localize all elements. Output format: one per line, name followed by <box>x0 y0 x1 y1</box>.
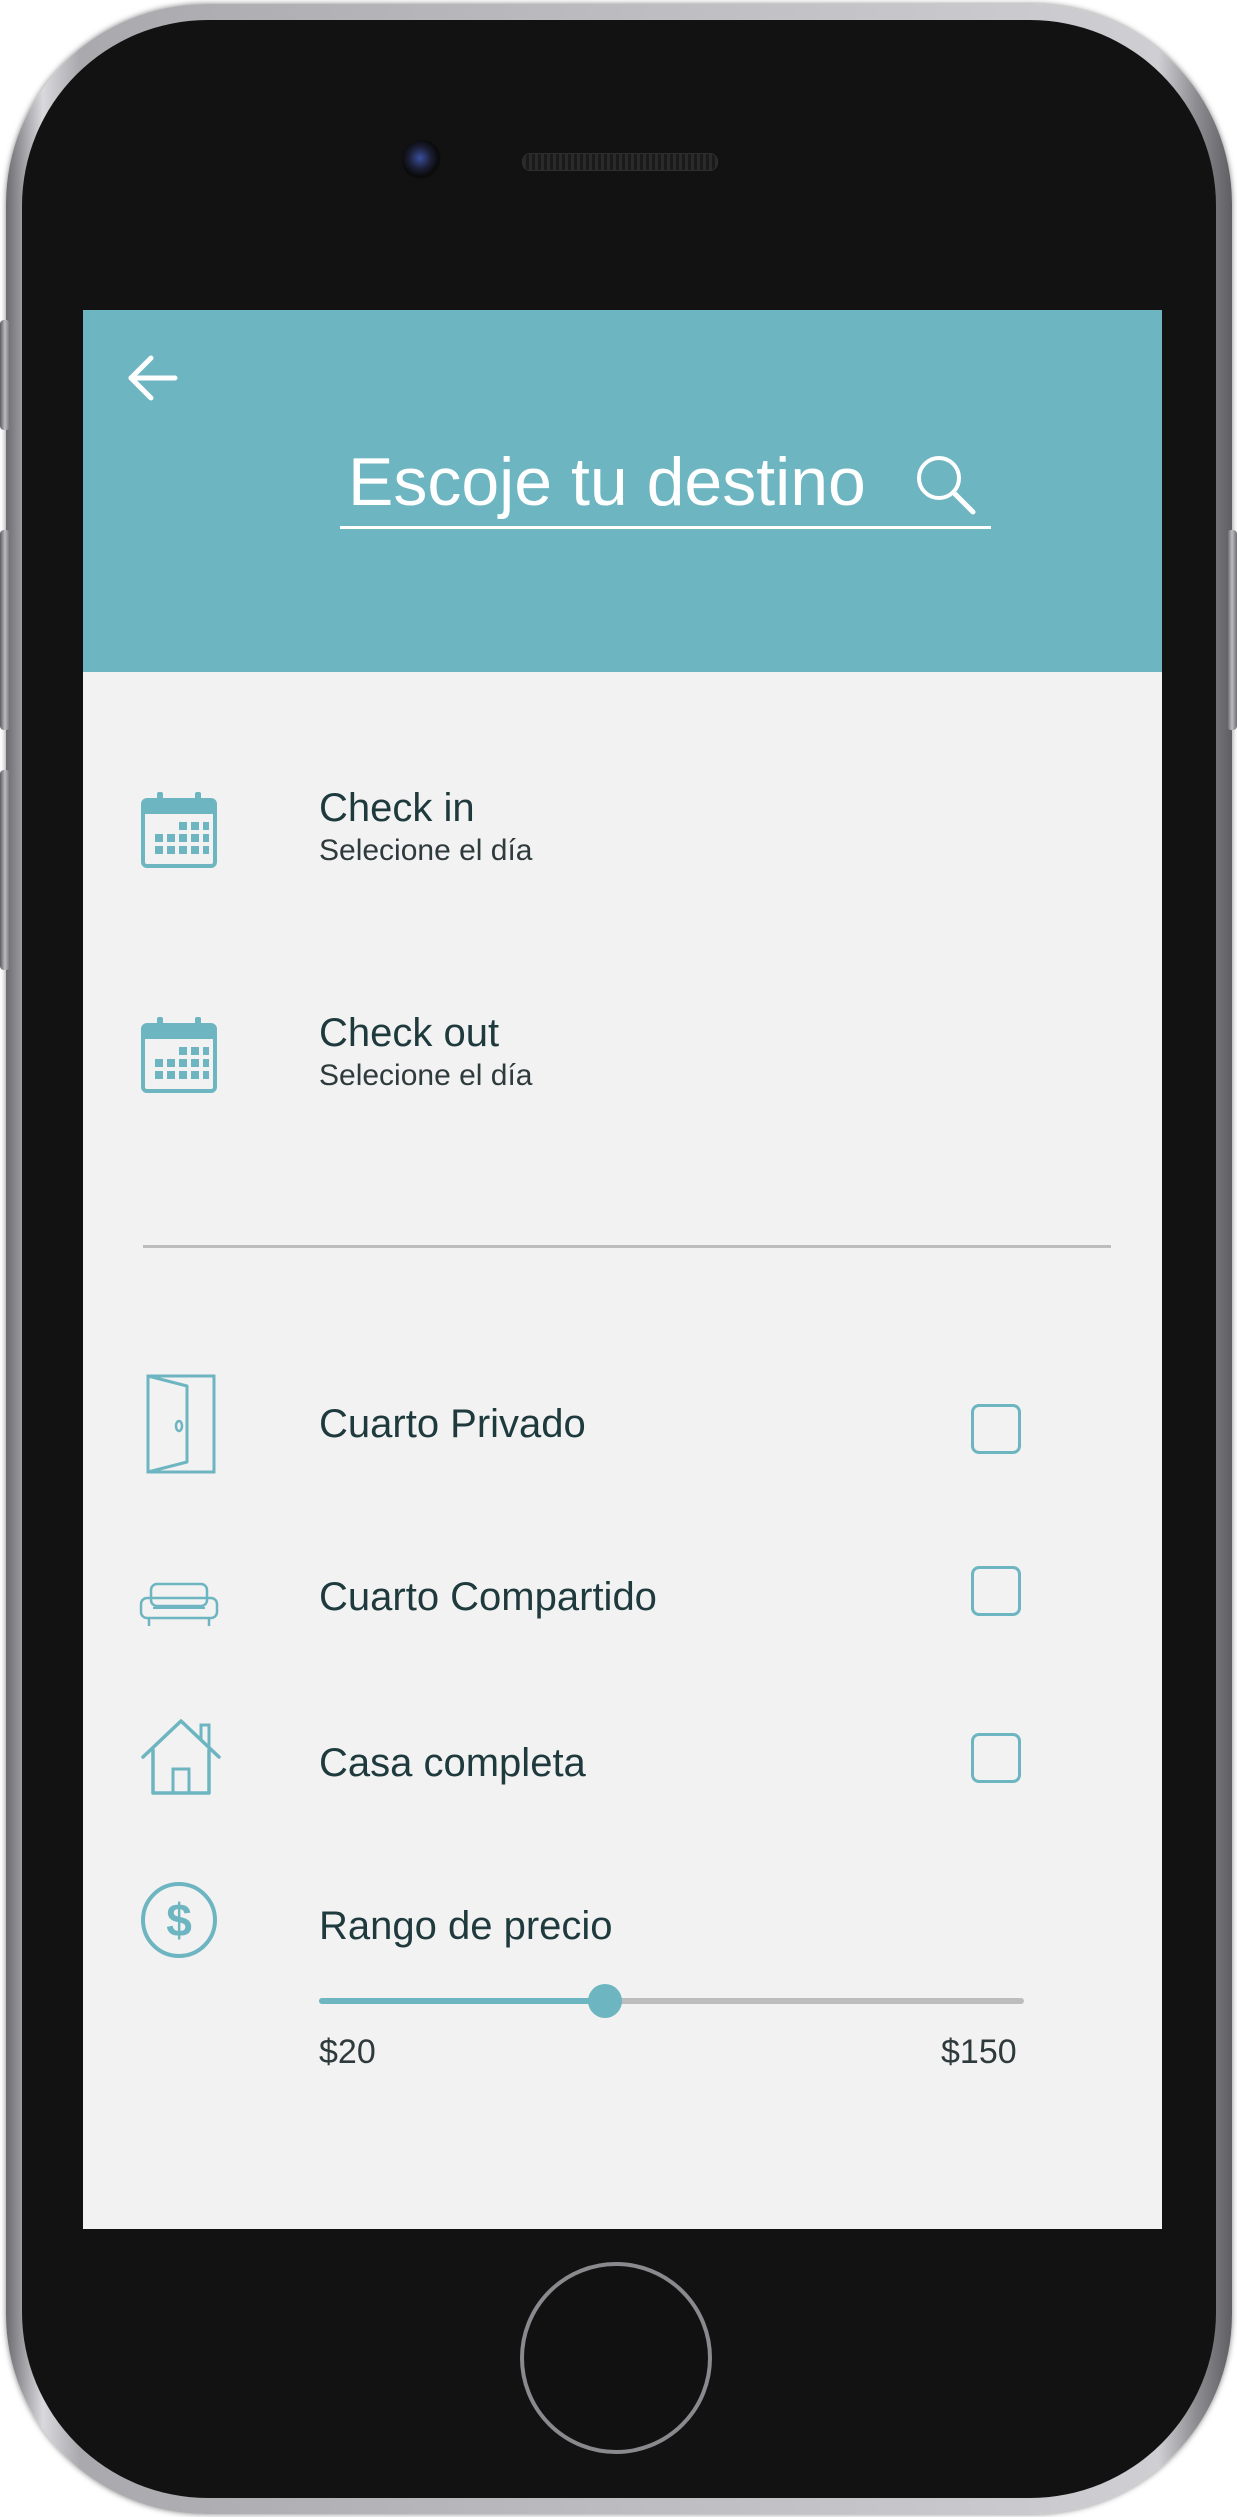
price-range-label: Rango de precio <box>319 1904 613 1948</box>
room-type-shared-label: Cuarto Compartido <box>319 1575 657 1619</box>
room-type-shared-row: Cuarto Compartido <box>83 1550 1162 1660</box>
search-field <box>340 440 991 529</box>
sofa-icon <box>139 1582 219 1626</box>
dollar-icon: $ <box>141 1882 217 1958</box>
search-header <box>83 310 1162 672</box>
room-type-house-row: Casa completa <box>83 1715 1162 1825</box>
check-in-label: Check in <box>319 786 475 830</box>
side-button <box>0 320 10 430</box>
house-icon <box>141 1719 221 1795</box>
calendar-icon <box>141 792 217 868</box>
room-type-private-checkbox[interactable] <box>971 1404 1021 1454</box>
check-out-sublabel: Selecione el día <box>319 1059 533 1092</box>
check-out-row[interactable]: Check out Selecione el día <box>83 1011 1162 1135</box>
check-in-row[interactable]: Check in Selecione el día <box>83 786 1162 910</box>
room-type-private-row: Cuarto Privado <box>83 1370 1162 1480</box>
price-range-row: $ Rango de precio <box>83 1880 1162 1970</box>
calendar-icon <box>141 1017 217 1093</box>
price-min-label: $20 <box>319 2033 376 2071</box>
room-type-shared-checkbox[interactable] <box>971 1566 1021 1616</box>
search-input[interactable] <box>348 440 888 524</box>
volume-down-button <box>0 770 10 970</box>
door-icon <box>146 1374 216 1474</box>
front-camera <box>402 140 442 180</box>
search-button[interactable] <box>913 452 977 516</box>
price-slider-fill <box>319 1998 605 2004</box>
room-type-house-checkbox[interactable] <box>971 1733 1021 1783</box>
price-max-label: $150 <box>941 2033 1017 2071</box>
power-button <box>1227 530 1237 730</box>
home-button[interactable] <box>520 2262 712 2454</box>
room-type-private-label: Cuarto Privado <box>319 1402 586 1446</box>
back-button[interactable] <box>123 348 183 408</box>
arrow-left-icon <box>128 355 178 401</box>
price-slider-thumb[interactable] <box>587 1984 622 2018</box>
check-in-sublabel: Selecione el día <box>319 834 533 867</box>
volume-up-button <box>0 530 10 730</box>
price-slider-track[interactable] <box>319 1984 1024 2018</box>
app-screen: Check in Selecione el día Check out Sele… <box>83 310 1162 2229</box>
svg-text:$: $ <box>166 1894 192 1946</box>
room-type-house-label: Casa completa <box>319 1741 586 1785</box>
check-out-label: Check out <box>319 1011 500 1055</box>
section-divider <box>143 1245 1111 1248</box>
earpiece-speaker <box>522 153 718 171</box>
search-icon <box>917 456 976 515</box>
